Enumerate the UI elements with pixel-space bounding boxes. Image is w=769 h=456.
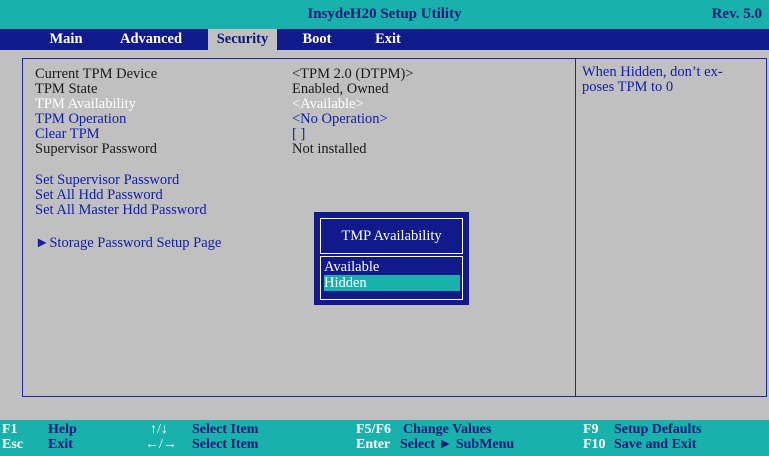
set-all-master-hdd-password-item[interactable]: Set All Master Hdd Password — [35, 203, 207, 218]
select-item-desc-2: Select Item — [192, 437, 259, 452]
menu-bar: Main Advanced Security Boot Exit — [0, 29, 769, 50]
footer-keybar: F1 Help Esc Exit ↑/↓ Select Item ←/→ Sel… — [0, 420, 769, 456]
up-down-arrows-icon: ↑/↓ — [150, 422, 168, 437]
tpm-operation-value[interactable]: <No Operation> — [292, 112, 388, 127]
tab-security[interactable]: Security — [208, 29, 277, 50]
supervisor-password-value: Not installed — [292, 141, 367, 157]
revision-label: Rev. 5.0 — [711, 6, 762, 22]
tab-advanced[interactable]: Advanced — [110, 29, 192, 50]
set-supervisor-password-item[interactable]: Set Supervisor Password — [35, 173, 179, 188]
exit-desc: Exit — [48, 437, 73, 452]
save-exit-desc: Save and Exit — [614, 437, 697, 452]
f5-f6-key: F5/F6 — [356, 422, 391, 437]
clear-tpm-label[interactable]: Clear TPM — [35, 127, 100, 142]
app-title: InsydeH20 Setup Utility — [307, 6, 462, 22]
storage-password-setup-page-item[interactable]: ►Storage Password Setup Page — [35, 236, 221, 251]
setup-defaults-desc: Setup Defaults — [614, 422, 702, 437]
submenu-desc: Select ► SubMenu — [400, 437, 515, 452]
popup-option-hidden[interactable]: Hidden — [324, 275, 460, 291]
tab-main[interactable]: Main — [40, 29, 92, 50]
popup-option-available[interactable]: Available — [324, 259, 460, 275]
tpm-state-label: TPM State — [35, 81, 98, 97]
change-values-desc: Change Values — [403, 422, 492, 437]
tpm-availability-value[interactable]: <Available> — [292, 97, 364, 112]
tpm-availability-label[interactable]: TPM Availability — [35, 97, 136, 112]
esc-key: Esc — [2, 437, 23, 452]
title-bar: InsydeH20 Setup Utility Rev. 5.0 — [0, 0, 769, 29]
tpm-operation-label[interactable]: TPM Operation — [35, 112, 126, 127]
help-divider — [575, 58, 576, 397]
f10-key: F10 — [583, 437, 606, 452]
current-tpm-device-label: Current TPM Device — [35, 66, 158, 82]
current-tpm-device-value: <TPM 2.0 (DTPM)> — [292, 66, 414, 82]
help-text: When Hidden, don’t ex- poses TPM to 0 — [582, 65, 762, 95]
f9-key: F9 — [583, 422, 599, 437]
availability-popup: TMP Availability Available Hidden — [313, 211, 470, 306]
select-item-desc-1: Select Item — [192, 422, 259, 437]
popup-option-list: Available Hidden — [320, 256, 463, 300]
tab-exit[interactable]: Exit — [368, 29, 408, 50]
popup-title: TMP Availability — [320, 218, 463, 254]
clear-tpm-checkbox[interactable]: [ ] — [292, 127, 305, 142]
supervisor-password-label: Supervisor Password — [35, 141, 158, 157]
tab-boot[interactable]: Boot — [294, 29, 340, 50]
help-line-1: When Hidden, don’t ex- — [582, 64, 723, 80]
f1-key: F1 — [2, 422, 18, 437]
set-all-hdd-password-item[interactable]: Set All Hdd Password — [35, 188, 163, 203]
help-desc: Help — [48, 422, 77, 437]
tpm-state-value: Enabled, Owned — [292, 81, 389, 97]
enter-key: Enter — [356, 437, 391, 452]
left-right-arrows-icon: ←/→ — [145, 437, 177, 452]
help-line-2: poses TPM to 0 — [582, 79, 674, 95]
